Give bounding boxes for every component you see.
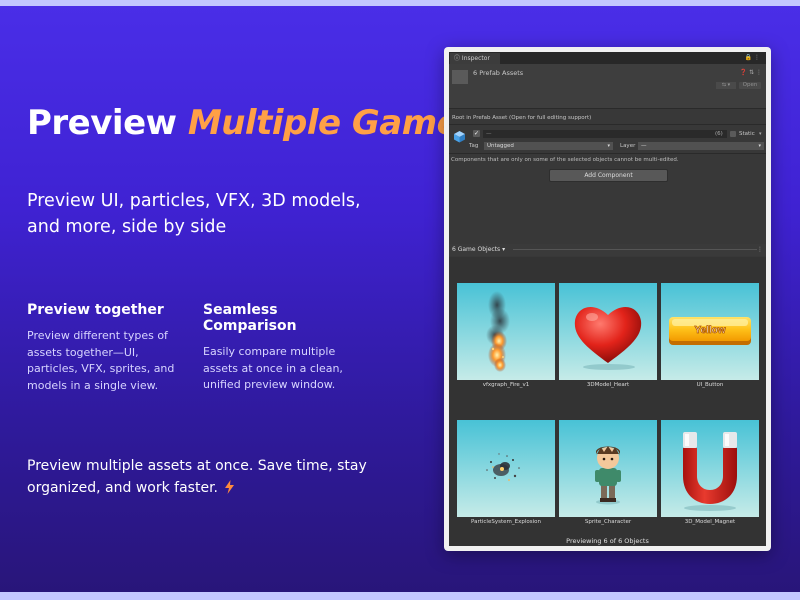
active-checkbox[interactable]: ✓	[473, 130, 480, 137]
selection-title: 6 Prefab Assets	[473, 69, 524, 77]
top-border	[0, 0, 800, 6]
layer-label: Layer	[620, 143, 636, 149]
subtitle: Preview UI, particles, VFX, 3D models, a…	[27, 191, 361, 237]
static-dropdown-icon[interactable]: ▾	[759, 130, 762, 138]
object-count: (6)	[715, 131, 723, 137]
preview-magnet[interactable]	[661, 420, 759, 517]
multi-edit-note: Components that are only on some of the …	[451, 157, 679, 163]
gameobject-cube-icon	[454, 131, 465, 143]
preview-ui-button[interactable]: Yellow	[661, 283, 759, 380]
feature-body: Preview different types of assets togeth…	[27, 329, 175, 392]
tagline: Preview multiple assets at once. Save ti…	[27, 455, 387, 499]
toolbar-divider	[513, 249, 757, 250]
inspector-header: 6 Prefab Assets ❓ ⇅ ⋮ ⇆ ▾ Open	[449, 64, 766, 109]
prefab-mode-dropdown[interactable]: ⇆ ▾	[716, 82, 736, 89]
preview-label: Sprite_Character	[584, 519, 632, 525]
ui-button-icon: Yellow	[669, 317, 751, 345]
add-component-button[interactable]: Add Component	[549, 169, 668, 182]
feature-title: Seamless Comparison	[203, 302, 297, 334]
layer-dropdown[interactable]: — ▾	[638, 142, 764, 150]
tab-lock-menu-icon[interactable]: 🔒 ⋮	[745, 52, 760, 64]
lightning-icon	[225, 480, 234, 494]
tab-inspector[interactable]: ⓘ Inspector	[450, 53, 500, 64]
preview-grid: vfxgraph_Fire_v1 3DModel_Heart Yellow UI…	[449, 257, 766, 546]
inspector-body: ⓘ Inspector 🔒 ⋮ 6 Prefab Assets ❓ ⇅ ⋮ ⇆ …	[449, 52, 766, 546]
feature-body: Easily compare multiple assets at once i…	[203, 345, 343, 391]
explosion-particles-icon	[486, 453, 520, 481]
static-label: Static	[739, 131, 755, 137]
preview-heart[interactable]	[559, 283, 657, 380]
ui-button-text: Yellow	[694, 325, 725, 336]
static-checkbox[interactable]	[730, 131, 736, 137]
preview-status: Previewing 6 of 6 Objects	[566, 537, 649, 545]
character-sprite-icon	[595, 446, 621, 505]
root-note: Root in Prefab Asset (Open for full edit…	[452, 115, 592, 121]
preview-label: 3DModel_Heart	[586, 382, 630, 388]
layer-value: —	[641, 143, 647, 149]
heart-model-icon	[574, 307, 642, 370]
open-button[interactable]: Open	[739, 82, 761, 89]
title-plain: Preview	[27, 103, 188, 143]
chevron-down-icon: ▾	[758, 143, 761, 149]
feature-seamless-comparison: Seamless Comparison Easily compare multi…	[203, 302, 363, 394]
divider	[449, 153, 766, 154]
chevron-down-icon: ▾	[607, 143, 610, 149]
divider	[449, 124, 766, 125]
preview-label: ParticleSystem_Explosion	[471, 519, 541, 525]
menu-icon[interactable]: ⋮	[757, 244, 763, 256]
preview-label: 3D_Model_Magnet	[684, 519, 736, 525]
tag-dropdown[interactable]: Untagged ▾	[484, 142, 613, 150]
tag-value: Untagged	[487, 143, 514, 149]
preview-character[interactable]	[559, 420, 657, 517]
name-field[interactable]: —	[483, 130, 727, 138]
tagline-text: Preview multiple assets at once. Save ti…	[27, 458, 367, 496]
inspector-window: ⓘ Inspector 🔒 ⋮ 6 Prefab Assets ❓ ⇅ ⋮ ⇆ …	[444, 47, 771, 551]
preview-label: UI_Button	[696, 382, 724, 388]
prefab-thumbnail	[452, 70, 468, 84]
preview-label: vfxgraph_Fire_v1	[482, 382, 530, 388]
tab-label: Inspector	[461, 55, 490, 62]
preview-fire[interactable]	[457, 283, 555, 380]
game-objects-dropdown[interactable]: 6 Game Objects ▾	[452, 244, 505, 256]
tag-label: Tag	[469, 143, 479, 149]
fire-vfx-icon	[486, 291, 510, 372]
preview-explosion[interactable]	[457, 420, 555, 517]
feature-title: Preview together	[27, 302, 164, 318]
feature-preview-together: Preview together Preview different types…	[27, 302, 187, 394]
header-icons[interactable]: ❓ ⇅ ⋮	[740, 69, 762, 76]
magnet-model-icon	[683, 432, 737, 511]
bottom-border	[0, 592, 800, 600]
